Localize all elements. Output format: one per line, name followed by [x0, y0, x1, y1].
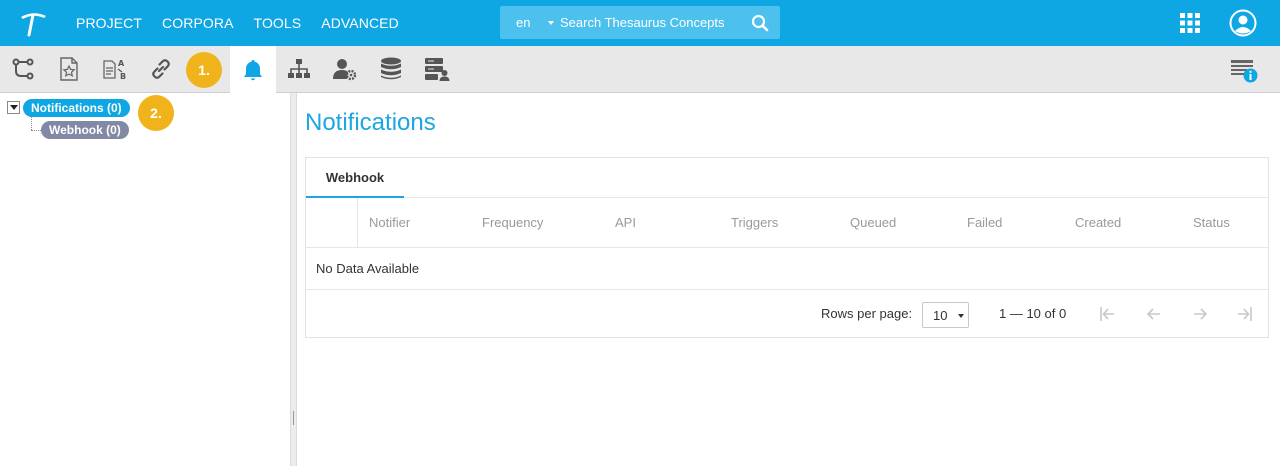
- org-chart-button[interactable]: [276, 46, 322, 92]
- step-marker-2: 2.: [138, 95, 174, 131]
- favorite-document-button[interactable]: [46, 46, 92, 92]
- rows-per-page-value: 10: [933, 308, 948, 323]
- step-marker-1: 1.: [186, 52, 222, 88]
- splitter-grip[interactable]: [293, 411, 294, 425]
- menu-tools[interactable]: TOOLS: [254, 15, 302, 31]
- logo-icon[interactable]: [18, 9, 48, 37]
- tree-node-webhook[interactable]: Webhook (0): [41, 121, 129, 139]
- menu-advanced[interactable]: ADVANCED: [321, 15, 399, 31]
- column-triggers[interactable]: Triggers: [731, 198, 778, 247]
- database-icon: [381, 57, 401, 80]
- link-button[interactable]: [138, 46, 184, 92]
- tree-collapse-toggle[interactable]: [7, 101, 20, 114]
- notifications-button[interactable]: [230, 46, 276, 93]
- database-button[interactable]: [368, 46, 414, 92]
- panel-splitter[interactable]: [290, 93, 297, 466]
- first-page-icon[interactable]: [1097, 304, 1117, 324]
- menu-corpora[interactable]: CORPORA: [162, 15, 234, 31]
- top-navigation-bar: PROJECT CORPORA TOOLS ADVANCED en: [0, 0, 1280, 46]
- tab-bar: Webhook: [306, 158, 1268, 198]
- pagination-range: 1 — 10 of 0: [999, 306, 1067, 321]
- hierarchy-button[interactable]: [0, 46, 46, 92]
- tree-panel: Notifications (0) Webhook (0) 2.: [0, 93, 290, 466]
- empty-state-message: No Data Available: [316, 261, 420, 276]
- column-notifier[interactable]: Notifier: [369, 198, 410, 247]
- org-chart-icon: [288, 59, 310, 78]
- translate-icon: A B: [103, 59, 126, 81]
- column-api[interactable]: API: [615, 198, 636, 247]
- page-title: Notifications: [305, 109, 436, 136]
- select-column-header: [306, 198, 358, 247]
- tab-webhook[interactable]: Webhook: [306, 158, 404, 198]
- favorite-document-icon: [60, 57, 78, 81]
- notifications-bell-icon: [244, 59, 262, 80]
- table-header: Notifier Frequency API Triggers Queued F…: [306, 198, 1268, 248]
- main-content: Notifications Webhook Notifier Frequency…: [297, 93, 1280, 466]
- column-failed[interactable]: Failed: [967, 198, 1002, 247]
- search-box: en: [500, 6, 780, 39]
- main-menu: PROJECT CORPORA TOOLS ADVANCED: [76, 0, 419, 46]
- column-created[interactable]: Created: [1075, 198, 1121, 247]
- link-icon: [152, 59, 170, 79]
- toolbar: A B 1.: [0, 46, 1280, 93]
- column-status[interactable]: Status: [1193, 198, 1230, 247]
- translate-button[interactable]: A B: [92, 46, 138, 92]
- pagination-bar: Rows per page: 10 1 — 10 of 0: [306, 290, 1268, 338]
- tree-connector: [31, 130, 41, 131]
- user-settings-button[interactable]: [322, 46, 368, 92]
- tree-connector: [31, 116, 32, 130]
- info-panel-icon[interactable]: [1231, 58, 1259, 84]
- apps-grid-icon[interactable]: [1180, 13, 1200, 33]
- language-selector[interactable]: en: [516, 6, 530, 39]
- server-user-button[interactable]: [414, 46, 460, 92]
- notifications-card: Webhook Notifier Frequency API Triggers …: [305, 157, 1269, 338]
- user-settings-icon: [333, 59, 357, 81]
- next-page-icon[interactable]: [1190, 304, 1210, 324]
- column-frequency[interactable]: Frequency: [482, 198, 543, 247]
- menu-project[interactable]: PROJECT: [76, 15, 142, 31]
- rows-per-page-label: Rows per page:: [821, 306, 913, 321]
- previous-page-icon[interactable]: [1144, 304, 1164, 324]
- svg-text:A: A: [118, 59, 125, 68]
- rows-per-page-select[interactable]: 10: [922, 302, 969, 328]
- user-avatar-icon[interactable]: [1229, 9, 1257, 37]
- search-input[interactable]: [560, 6, 740, 39]
- chevron-down-icon: [958, 314, 964, 318]
- tree-node-notifications[interactable]: Notifications (0): [23, 99, 130, 117]
- column-queued[interactable]: Queued: [850, 198, 896, 247]
- chevron-down-icon[interactable]: [548, 21, 554, 25]
- search-icon[interactable]: [751, 14, 769, 32]
- svg-text:B: B: [120, 72, 126, 81]
- caret-down-icon: [10, 105, 18, 110]
- last-page-icon[interactable]: [1235, 304, 1255, 324]
- server-user-icon: [425, 58, 450, 81]
- hierarchy-icon: [12, 58, 34, 80]
